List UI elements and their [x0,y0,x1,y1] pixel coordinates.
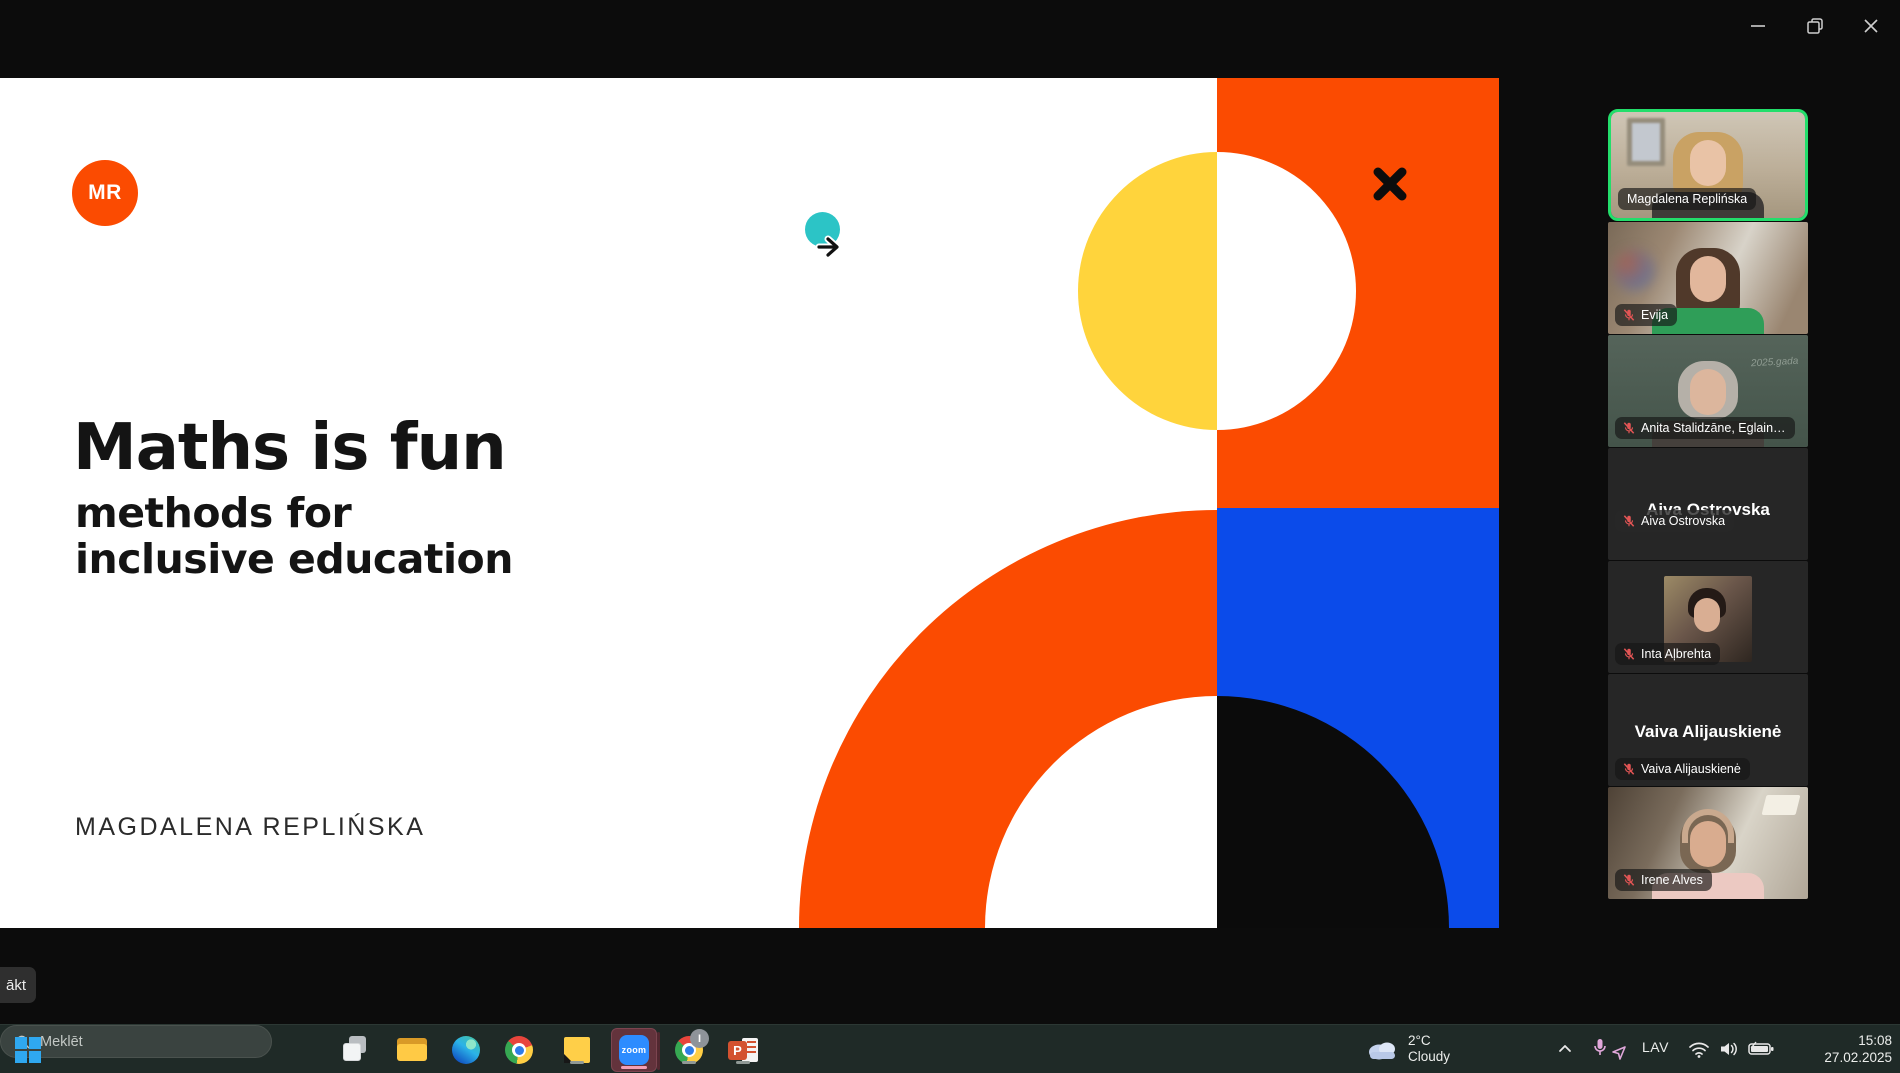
profile-badge: I [690,1029,709,1048]
minimize-icon [1747,15,1769,37]
running-indicator-active [621,1066,647,1069]
participant-tile-vaiva[interactable]: Vaiva Alijauskienė Vaiva Alijauskienė [1608,674,1808,786]
sticky-notes-icon [564,1037,590,1063]
wifi-indicator[interactable] [1688,1039,1710,1059]
muted-mic-icon [1622,421,1636,435]
running-indicator [570,1061,584,1064]
restore-icon [1804,15,1826,37]
name-label: Evija [1615,304,1677,326]
chrome-icon [505,1036,533,1064]
close-button[interactable] [1848,8,1894,44]
participant-tile-magdalena[interactable]: Magdalena Replińska [1608,109,1808,221]
participant-tile-inta[interactable]: Inta Aļbrehta [1608,561,1808,673]
clock-time: 15:08 [1824,1033,1892,1050]
language-indicator[interactable]: LAV [1642,1039,1669,1055]
edge-button[interactable] [449,1034,483,1066]
file-explorer-button[interactable] [395,1034,429,1066]
participant-tile-irene[interactable]: Irene Alves [1608,787,1808,899]
chrome-profile-button[interactable]: I [672,1034,706,1066]
weather-temperature: 2°C [1408,1033,1450,1049]
chrome-button[interactable] [502,1034,536,1066]
name-label: Magdalena Replińska [1618,188,1756,210]
microphone-icon [1592,1037,1608,1061]
slide-title: Maths is fun [73,412,506,484]
clock-date: 27.02.2025 [1824,1050,1892,1067]
name-label: Inta Aļbrehta [1615,643,1720,665]
weather-condition: Cloudy [1408,1049,1450,1065]
slide-subtitle: methods for inclusive education [75,490,555,582]
restore-button[interactable] [1792,8,1838,44]
presenter-logo: MR [72,160,138,226]
running-indicator [682,1061,696,1064]
mic-in-use-indicator[interactable] [1592,1037,1628,1061]
window-titlebar [0,0,1900,78]
tray-expand-button[interactable] [1556,1040,1574,1058]
participant-tile-anita[interactable]: 2025.gada Anita Stalidzāne, Eglain… [1608,335,1808,447]
participant-display-name: Vaiva Alijauskienė [1608,722,1808,742]
weather-widget[interactable]: 2°C Cloudy [1366,1033,1450,1065]
minimize-button[interactable] [1735,8,1781,44]
zoom-icon: zoom [619,1035,649,1065]
participant-tile-aiva[interactable]: Aiva Ostrovska Aiva Ostrovska [1608,448,1808,560]
participants-panel: Magdalena Replińska Evija 2025 [1608,109,1808,900]
muted-mic-icon [1622,647,1636,661]
wifi-icon [1688,1039,1710,1059]
battery-indicator[interactable] [1748,1041,1774,1057]
edge-icon [452,1036,480,1064]
running-indicator [736,1061,750,1064]
battery-icon [1748,1041,1774,1057]
taskbar: zoom I P 2°C Cloudy [0,1024,1900,1073]
muted-mic-icon [1622,308,1636,322]
cloud-icon [1366,1037,1400,1061]
powerpoint-button[interactable]: P [726,1034,760,1066]
shared-presentation-slide: MR Maths is fun methods for inclusive ed… [0,78,1499,928]
name-label: Vaiva Alijauskienė [1615,758,1750,780]
powerpoint-icon: P [728,1037,758,1064]
chrome-icon: I [675,1036,703,1064]
muted-mic-icon [1622,514,1636,528]
overlay-button-partial[interactable]: ākt [0,967,36,1003]
stage-background [0,928,1900,1024]
slide-halfcircle-yellow-white [1078,152,1356,430]
name-label: Irene Alves [1615,869,1712,891]
close-icon [1860,15,1882,37]
volume-indicator[interactable] [1718,1039,1740,1059]
sticky-notes-button[interactable] [560,1034,594,1066]
windows-logo-icon [15,1037,41,1063]
muted-mic-icon [1622,873,1636,887]
slide-author: MAGDALENA REPLIŃSKA [75,813,425,842]
slide-x-mark [1368,162,1412,211]
zoom-meeting-window: MR Maths is fun methods for inclusive ed… [0,0,1900,1073]
mouse-cursor-arrow-icon [815,234,847,267]
search-input[interactable] [40,1034,240,1050]
zoom-app-button[interactable]: zoom [611,1028,657,1072]
file-explorer-icon [397,1038,427,1062]
task-view-button[interactable] [339,1034,373,1066]
muted-mic-icon [1622,762,1636,776]
speaker-icon [1718,1039,1740,1059]
start-button[interactable] [8,1030,48,1070]
taskbar-clock[interactable]: 15:08 27.02.2025 [1824,1033,1892,1066]
name-label: Aiva Ostrovska [1615,510,1734,532]
name-label: Anita Stalidzāne, Eglain… [1615,417,1795,439]
location-in-use-icon [1610,1043,1628,1061]
participant-tile-evija[interactable]: Evija [1608,222,1808,334]
chevron-up-icon [1556,1040,1574,1058]
